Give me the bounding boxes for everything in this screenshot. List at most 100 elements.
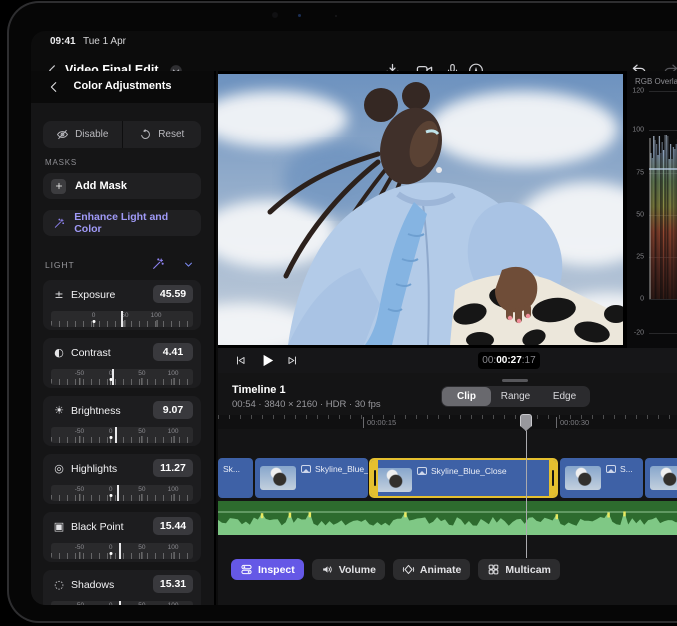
highlights-icon: ◎ xyxy=(52,462,66,475)
skip-back-icon[interactable] xyxy=(234,354,247,367)
tick-label: 50 xyxy=(138,602,145,605)
tick-label: 0 xyxy=(109,602,113,605)
video-preview[interactable] xyxy=(218,74,623,345)
black-point-icon: ▣ xyxy=(52,520,66,533)
auto-enhance-icon[interactable] xyxy=(151,257,165,271)
slider-indicator[interactable] xyxy=(115,427,117,443)
panel-body[interactable]: Disable Reset MASKS Add Mask xyxy=(31,103,212,605)
exposure-slider[interactable]: 050100 xyxy=(51,311,193,327)
shadows-label: Shadows xyxy=(71,579,114,591)
brightness-label: Brightness xyxy=(71,405,121,417)
zero-dot xyxy=(109,552,112,555)
timeline-clip-s[interactable]: S... xyxy=(560,458,643,498)
panel-drag-handle[interactable] xyxy=(502,379,528,382)
scope-tick-label: 50 xyxy=(628,212,644,219)
panel-header: Color Adjustments xyxy=(31,71,214,103)
trim-handle-right[interactable] xyxy=(549,460,556,496)
tick-label: 50 xyxy=(138,486,145,493)
clip-thumbnail xyxy=(565,466,601,490)
timecode-display: 00:00:27:17 xyxy=(478,352,540,369)
disable-reset-group: Disable Reset xyxy=(43,121,201,148)
segment-range[interactable]: Range xyxy=(491,387,540,406)
timeline-meta: 00:54 · 3840 × 2160 · HDR · 30 fps xyxy=(232,399,381,410)
volume-button[interactable]: Volume xyxy=(312,559,385,580)
audio-track[interactable] xyxy=(218,501,677,535)
brightness-value[interactable]: 9.07 xyxy=(153,401,193,419)
ruler-timecode-label: 00:00:15 xyxy=(363,417,396,428)
play-icon[interactable] xyxy=(259,352,276,369)
slider-indicator[interactable] xyxy=(121,311,123,327)
edit-mode-segmented-control: ClipRangeEdge xyxy=(441,386,590,407)
tick-label: 50 xyxy=(138,544,145,551)
trim-handle-left[interactable] xyxy=(371,460,378,496)
contrast-slider[interactable]: -50050100 xyxy=(51,369,193,385)
collapse-chevron-icon[interactable] xyxy=(182,258,195,271)
contrast-value[interactable]: 4.41 xyxy=(153,343,193,361)
slider-indicator[interactable] xyxy=(119,543,121,559)
scope-tick-label: 0 xyxy=(628,296,644,303)
animate-button[interactable]: Animate xyxy=(393,559,470,580)
image-icon xyxy=(606,465,616,473)
sensor-dot xyxy=(335,15,337,17)
tick-label: -50 xyxy=(75,544,84,551)
slider-card-highlights: ◎Highlights11.27-50050100 xyxy=(43,454,201,504)
timeline-clip-skyline-blue-wide[interactable]: Skyline_Blue_Wide xyxy=(255,458,368,498)
timeline-title: Timeline 1 xyxy=(232,384,286,396)
zero-dot xyxy=(109,436,112,439)
timeline-clip-sk[interactable]: Sk... xyxy=(218,458,253,498)
multicam-button[interactable]: Multicam xyxy=(478,559,560,580)
exposure-icon: ± xyxy=(52,288,66,301)
tick-label: -50 xyxy=(75,486,84,493)
timeline-clip-partial-4[interactable] xyxy=(645,458,677,498)
slider-indicator[interactable] xyxy=(112,369,114,385)
highlights-slider[interactable]: -50050100 xyxy=(51,485,193,501)
highlights-value[interactable]: 11.27 xyxy=(153,459,193,477)
inspect-button[interactable]: Inspect xyxy=(231,559,304,580)
slider-indicator[interactable] xyxy=(119,601,121,605)
timeline-panel: Timeline 1 00:54 · 3840 × 2160 · HDR · 3… xyxy=(218,373,677,605)
shadows-value[interactable]: 15.31 xyxy=(153,575,193,593)
slider-indicator[interactable] xyxy=(117,485,119,501)
black-point-label: Black Point xyxy=(71,521,124,533)
timeline-ruler[interactable]: 00:00:1500:00:30 xyxy=(218,415,677,429)
segment-clip[interactable]: Clip xyxy=(442,387,491,406)
ipad-device-bezel: 09:41 Tue 1 Apr Video Final Edit Color xyxy=(7,1,677,623)
scope-tick-label: 100 xyxy=(628,127,644,134)
black-point-value[interactable]: 15.44 xyxy=(153,517,193,535)
scope-waveform xyxy=(649,71,677,348)
contrast-icon: ◐ xyxy=(52,346,66,359)
brightness-slider[interactable]: -50050100 xyxy=(51,427,193,443)
timeline-clip-skyline-blue-close[interactable]: Skyline_Blue_Close xyxy=(369,458,558,498)
masks-section-label: MASKS xyxy=(45,158,199,168)
camera-lens-glint xyxy=(298,14,301,17)
multicam-icon xyxy=(487,563,500,576)
brightness-icon: ☀ xyxy=(52,404,66,417)
light-section-label: LIGHT xyxy=(45,260,75,270)
shadows-slider[interactable]: -50 0 50 100 xyxy=(51,601,193,605)
exposure-value[interactable]: 45.59 xyxy=(153,285,193,303)
tick-label: 0 xyxy=(109,428,113,435)
reset-button[interactable]: Reset xyxy=(122,121,202,148)
status-date: Tue 1 Apr xyxy=(83,36,126,47)
magic-wand-icon xyxy=(53,217,65,230)
slider-card-black-point: ▣Black Point15.44-50050100 xyxy=(43,512,201,562)
black-point-slider[interactable]: -50050100 xyxy=(51,543,193,559)
zero-dot xyxy=(109,494,112,497)
skip-forward-icon[interactable] xyxy=(286,354,299,367)
clip-name: Sk... xyxy=(223,464,240,474)
clip-thumbnail xyxy=(650,466,677,490)
tick-label: 100 xyxy=(168,486,179,493)
tick-label: 100 xyxy=(168,544,179,551)
tick-label: 100 xyxy=(168,602,179,605)
tick-label: -50 xyxy=(75,602,84,605)
light-section-header: LIGHT xyxy=(43,256,201,274)
slider-card-contrast: ◐Contrast4.41-50050100 xyxy=(43,338,201,388)
add-mask-button[interactable]: Add Mask xyxy=(43,173,201,199)
segment-edge[interactable]: Edge xyxy=(540,387,589,406)
enhance-light-color-button[interactable]: Enhance Light and Color xyxy=(43,210,201,236)
disable-button[interactable]: Disable xyxy=(43,121,122,148)
plus-icon xyxy=(51,179,66,194)
color-adjustments-panel: Color Adjustments Disable Reset MASKS xyxy=(31,71,216,605)
tick-label: 100 xyxy=(168,428,179,435)
eye-off-icon xyxy=(56,128,69,141)
